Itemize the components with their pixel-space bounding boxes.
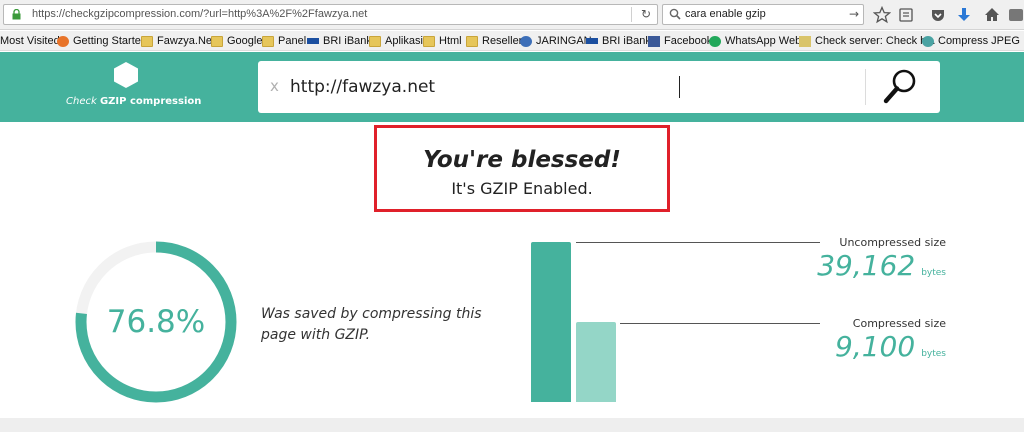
bookmark-whatsapp-web[interactable]: WhatsApp Web bbox=[709, 34, 801, 48]
search-go-icon[interactable]: → bbox=[849, 7, 859, 21]
bookmark-label: Html bbox=[439, 35, 462, 47]
url-check-form: x bbox=[258, 61, 940, 113]
bookmark-label: BRI iBank bbox=[323, 35, 372, 47]
savings-percent: 76.8% bbox=[106, 304, 206, 340]
uncompressed-unit: bytes bbox=[921, 268, 946, 278]
clear-icon[interactable]: x bbox=[270, 77, 279, 95]
bookmark-label: JARINGAN bbox=[536, 35, 592, 47]
result-highlight-box: You're blessed! It's GZIP Enabled. bbox=[374, 125, 670, 212]
google-search-icon bbox=[669, 8, 681, 20]
uncompressed-leader-line bbox=[576, 242, 820, 243]
uncompressed-value: 39,162 bbox=[817, 249, 916, 282]
bookmark-label: Facebook bbox=[664, 35, 713, 47]
savings-description: Was saved by compressing this page with … bbox=[261, 306, 482, 343]
uncompressed-bar bbox=[531, 242, 571, 402]
bookmark-label: Compress JPEG Imag bbox=[938, 35, 1024, 47]
bookmark-label: Reseller bbox=[482, 35, 523, 47]
bookmark-label: Aplikasi bbox=[385, 35, 423, 47]
site-logo-text[interactable]: Check GZIP compression bbox=[66, 96, 201, 107]
browser-search-box[interactable]: cara enable gzip → bbox=[662, 4, 864, 25]
reload-icon[interactable]: ↻ bbox=[639, 7, 653, 21]
folder-icon bbox=[369, 35, 381, 47]
compressed-bar bbox=[576, 322, 616, 402]
bri-icon bbox=[307, 38, 319, 44]
result-title: You're blessed! bbox=[423, 147, 621, 173]
url-input[interactable] bbox=[290, 73, 850, 101]
address-bar[interactable]: https://checkgzipcompression.com/?url=ht… bbox=[3, 4, 658, 25]
bookmark-jaringan[interactable]: JARINGAN bbox=[520, 34, 592, 48]
uncompressed-label: Uncompressed size bbox=[839, 236, 946, 249]
bookmark-bri-ibank[interactable]: BRI iBank bbox=[307, 34, 372, 48]
folder-icon bbox=[141, 35, 153, 47]
bookmark-label: WhatsApp Web bbox=[725, 35, 802, 47]
bookmark-label: Fawzya.Net bbox=[157, 35, 216, 47]
url-text: https://checkgzipcompression.com/?url=ht… bbox=[32, 8, 368, 20]
bookmark-fawzya-net[interactable]: Fawzya.Net bbox=[141, 34, 215, 48]
compressed-unit: bytes bbox=[921, 349, 946, 359]
bookmark-html[interactable]: Html bbox=[423, 34, 462, 48]
compressed-value-row: 9,100 bytes bbox=[835, 330, 946, 363]
compressed-leader-line bbox=[620, 323, 820, 324]
result-subtitle: It's GZIP Enabled. bbox=[451, 179, 593, 198]
search-icon[interactable] bbox=[881, 67, 919, 107]
compressed-value: 9,100 bbox=[835, 330, 916, 363]
compressed-label: Compressed size bbox=[852, 317, 946, 330]
logo-bold: GZIP compression bbox=[99, 96, 202, 107]
server-icon bbox=[799, 35, 811, 47]
browser-toolbar: https://checkgzipcompression.com/?url=ht… bbox=[0, 0, 1024, 30]
facebook-icon bbox=[648, 35, 660, 47]
bookmark-label: BRI iBank bbox=[602, 35, 651, 47]
bri-icon bbox=[586, 38, 598, 44]
bookmark-google[interactable]: Google bbox=[211, 34, 262, 48]
bookmark-compress-jpeg[interactable]: Compress JPEG Imag bbox=[922, 34, 1024, 48]
lock-icon bbox=[12, 9, 21, 20]
site-header: Check GZIP compression x bbox=[0, 52, 1024, 122]
footer-strip bbox=[0, 418, 1024, 432]
reading-list-icon[interactable] bbox=[897, 6, 915, 24]
search-query: cara enable gzip bbox=[685, 8, 766, 20]
globe-icon bbox=[520, 35, 532, 47]
bookmark-bri-ibank-2[interactable]: BRI iBank bbox=[586, 34, 651, 48]
bookmark-label: Getting Started bbox=[73, 35, 147, 47]
whatsapp-icon bbox=[709, 35, 721, 47]
download-icon[interactable] bbox=[955, 6, 973, 24]
bookmark-facebook[interactable]: Facebook bbox=[648, 34, 712, 48]
star-icon[interactable] bbox=[873, 6, 891, 24]
home-icon[interactable] bbox=[983, 6, 1001, 24]
bookmark-check-server[interactable]: Check server: Check h... bbox=[799, 34, 935, 48]
bookmarks-toolbar: Most Visited Getting Started Fawzya.Net … bbox=[0, 31, 1024, 51]
hexagon-logo-icon[interactable] bbox=[113, 61, 139, 89]
bookmark-label: Google bbox=[227, 35, 263, 47]
firefox-icon bbox=[57, 35, 69, 47]
search-divider bbox=[865, 69, 866, 105]
bookmark-panel[interactable]: Panel bbox=[262, 34, 306, 48]
folder-icon bbox=[423, 35, 435, 47]
folder-icon bbox=[466, 35, 478, 47]
logo-prefix: Check bbox=[66, 96, 97, 107]
bookmark-most-visited[interactable]: Most Visited bbox=[0, 34, 60, 48]
compress-icon bbox=[922, 35, 934, 47]
folder-icon bbox=[211, 35, 223, 47]
bookmark-label: Most Visited bbox=[0, 35, 60, 47]
bookmark-getting-started[interactable]: Getting Started bbox=[57, 34, 147, 48]
uncompressed-value-row: 39,162 bytes bbox=[817, 249, 946, 282]
pocket-icon[interactable] bbox=[929, 6, 947, 24]
bookmark-reseller[interactable]: Reseller bbox=[466, 34, 522, 48]
address-divider bbox=[631, 7, 632, 22]
extension-icon[interactable] bbox=[1007, 6, 1024, 24]
bookmark-label: Check server: Check h... bbox=[815, 35, 936, 47]
folder-icon bbox=[262, 35, 274, 47]
bookmark-aplikasi[interactable]: Aplikasi bbox=[369, 34, 423, 48]
bookmark-label: Panel bbox=[278, 35, 307, 47]
text-caret bbox=[679, 76, 680, 98]
